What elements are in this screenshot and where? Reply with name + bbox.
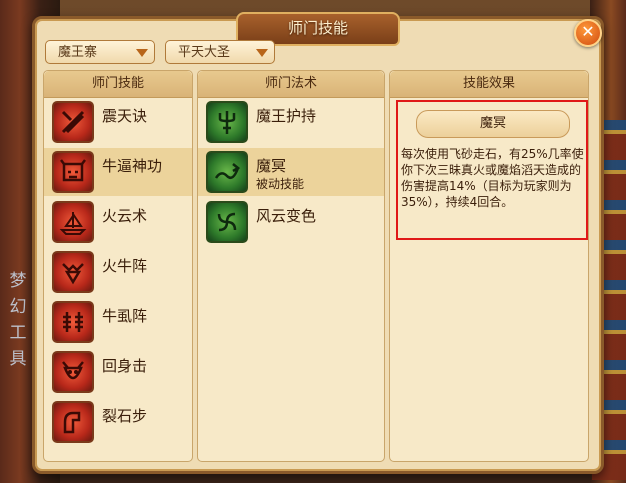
skill-item[interactable]: 震天诀 — [44, 98, 192, 146]
skills-column: 师门技能 震天诀 牛逼神功 火云术 火牛阵 牛虱阵 回身击 裂石步 — [43, 70, 193, 462]
close-button[interactable]: ✕ — [574, 19, 602, 47]
crossed-blades-icon — [52, 101, 94, 143]
spell-label: 魔王护持 — [256, 107, 317, 125]
whirlwind-icon — [206, 201, 248, 243]
skill-item[interactable]: 火云术 — [44, 198, 192, 246]
skill-label: 震天诀 — [102, 107, 148, 125]
effect-panel: 魔冥 每次使用飞砂走石，有25%几率使你下次三昧真火或魔焰滔天造成的伤害提高14… — [396, 100, 588, 240]
spell-item[interactable]: 风云变色 — [198, 198, 384, 246]
serpent-icon — [206, 151, 248, 193]
skill-item[interactable]: 牛虱阵 — [44, 298, 192, 346]
spell-label: 魔冥 — [256, 157, 287, 175]
spells-column: 师门法术 魔王护持 魔冥 被动技能 风云变色 — [197, 70, 385, 462]
effect-name: 魔冥 — [416, 110, 570, 138]
skill-item[interactable]: 裂石步 — [44, 398, 192, 446]
skill-label: 裂石步 — [102, 407, 148, 425]
skill-label: 火云术 — [102, 207, 148, 225]
louse-formation-icon — [52, 301, 94, 343]
spells-column-header: 师门法术 — [198, 71, 384, 98]
master-dropdown-value: 平天大圣 — [178, 45, 231, 60]
background-side-text: 梦幻工具 — [9, 271, 27, 369]
chevron-down-icon — [256, 49, 268, 57]
spell-item-selected[interactable]: 魔冥 被动技能 — [198, 148, 384, 196]
bull-mask-icon — [52, 151, 94, 193]
spell-label: 风云变色 — [256, 207, 317, 225]
stone-step-icon — [52, 401, 94, 443]
skill-label: 牛虱阵 — [102, 307, 148, 325]
skill-label: 火牛阵 — [102, 257, 148, 275]
skills-column-header: 师门技能 — [44, 71, 192, 98]
demon-face-icon — [52, 351, 94, 393]
skill-label: 牛逼神功 — [102, 157, 163, 175]
effect-column-header: 技能效果 — [390, 71, 588, 98]
skill-label: 回身击 — [102, 357, 148, 375]
sect-dropdown[interactable]: 魔王寨 — [45, 40, 155, 64]
trident-icon — [206, 101, 248, 143]
master-dropdown[interactable]: 平天大圣 — [165, 40, 275, 64]
spell-sublabel: 被动技能 — [256, 177, 305, 191]
bull-formation-icon — [52, 251, 94, 293]
sect-dropdown-value: 魔王寨 — [58, 45, 98, 60]
skill-item[interactable]: 火牛阵 — [44, 248, 192, 296]
spell-item[interactable]: 魔王护持 — [198, 98, 384, 146]
skill-item[interactable]: 回身击 — [44, 348, 192, 396]
chevron-down-icon — [136, 49, 148, 57]
flame-ship-icon — [52, 201, 94, 243]
skill-item-selected[interactable]: 牛逼神功 — [44, 148, 192, 196]
effect-description: 每次使用飞砂走石，有25%几率使你下次三昧真火或魔焰滔天造成的伤害提高14%（目… — [401, 147, 584, 209]
